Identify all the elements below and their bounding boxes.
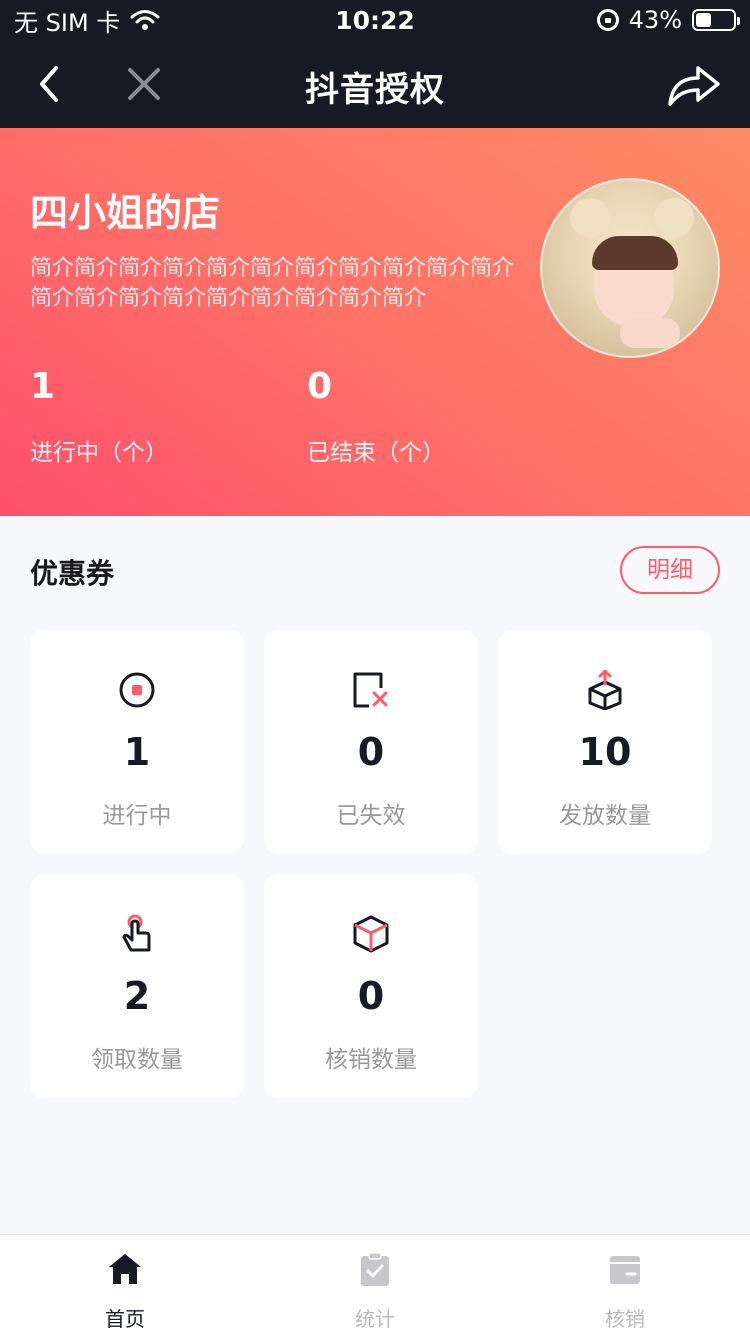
coupon-card-expired[interactable]: 0 已失效 — [264, 630, 478, 854]
card-value: 10 — [578, 730, 632, 774]
coupon-card-claimed[interactable]: 2 领取数量 — [30, 874, 244, 1098]
card-value: 1 — [123, 730, 151, 774]
tab-redeem[interactable]: 核销 — [500, 1235, 750, 1334]
navigation-bar: 抖音授权 — [0, 40, 750, 128]
wallet-icon — [610, 1256, 640, 1284]
wifi-icon — [130, 10, 160, 30]
tab-bar: 首页 统计 核销 — [0, 1234, 750, 1334]
coupon-section-title: 优惠券 — [30, 557, 115, 590]
tap-hand-icon — [122, 914, 151, 952]
battery-percent: 43% — [628, 6, 682, 34]
card-value: 2 — [123, 974, 151, 1018]
expired-icon — [353, 672, 388, 708]
stat-value: 1 — [30, 366, 56, 407]
card-value: 0 — [357, 974, 385, 1018]
tab-label: 核销 — [605, 1307, 645, 1331]
coupon-card-issued[interactable]: 10 发放数量 — [498, 630, 712, 854]
tab-statistics[interactable]: 统计 — [250, 1235, 500, 1334]
detail-button[interactable]: 明细 — [620, 546, 720, 594]
record-icon — [119, 672, 155, 708]
status-bar: 无 SIM 卡 10:22 43% — [0, 0, 750, 40]
share-icon[interactable] — [666, 58, 722, 110]
tab-label: 首页 — [105, 1307, 145, 1331]
card-label: 发放数量 — [559, 803, 651, 829]
status-right: 43% — [596, 6, 740, 34]
status-left: 无 SIM 卡 — [14, 3, 160, 38]
card-label: 领取数量 — [91, 1047, 183, 1073]
close-icon[interactable] — [120, 60, 168, 108]
stat-label: 已结束（个） — [307, 440, 445, 466]
shop-name: 四小姐的店 — [30, 191, 221, 235]
coupon-card-redeemed[interactable]: 0 核销数量 — [264, 874, 478, 1098]
box-icon — [353, 915, 389, 953]
stat-value: 0 — [307, 366, 333, 407]
tab-label: 统计 — [355, 1307, 395, 1331]
tab-home[interactable]: 首页 — [0, 1235, 250, 1334]
stat-ended: 0 已结束（个） — [307, 366, 445, 467]
stat-in-progress: 1 进行中（个） — [30, 366, 168, 467]
coupon-card-in-progress[interactable]: 1 进行中 — [30, 630, 244, 854]
battery-icon — [692, 9, 740, 31]
carrier-text: 无 SIM 卡 — [14, 8, 121, 37]
shop-description: 简介简介简介简介简介简介简介简介简介简介简介简介简介简介简介简介简介简介简介简介 — [30, 256, 515, 311]
card-value: 0 — [357, 730, 385, 774]
clipboard-check-icon — [361, 1252, 389, 1286]
card-label: 进行中 — [102, 803, 172, 829]
stat-label: 进行中（个） — [30, 440, 168, 466]
page-title: 抖音授权 — [305, 70, 445, 110]
box-upload-icon — [588, 670, 622, 710]
rotation-lock-icon — [596, 9, 619, 31]
battery-fill — [696, 13, 711, 27]
avatar — [540, 178, 720, 358]
card-label: 核销数量 — [325, 1047, 417, 1073]
home-icon — [109, 1254, 141, 1284]
card-label: 已失效 — [336, 803, 406, 829]
shop-header: 四小姐的店 简介简介简介简介简介简介简介简介简介简介简介简介简介简介简介简介简介… — [0, 128, 750, 516]
chevron-left-icon[interactable] — [28, 60, 76, 108]
